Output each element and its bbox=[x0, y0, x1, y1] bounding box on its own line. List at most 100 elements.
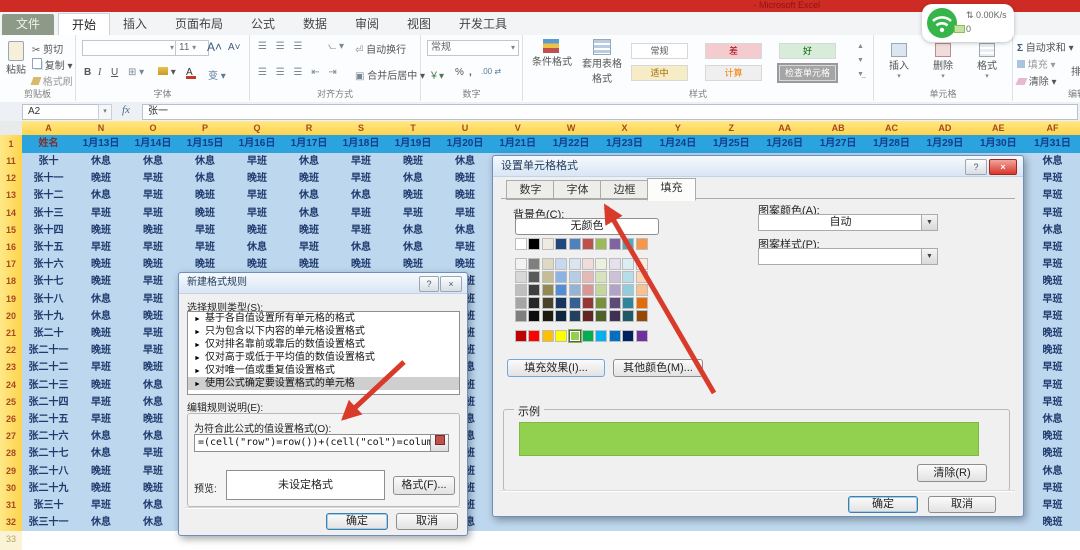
cell[interactable]: 休息 bbox=[75, 187, 128, 206]
cell[interactable]: 早班 bbox=[127, 325, 180, 344]
color-swatch[interactable] bbox=[582, 330, 594, 342]
autosum-button[interactable]: Σ 自动求和 ▾ bbox=[1017, 39, 1074, 54]
format-as-table-button[interactable]: 套用表格格式 bbox=[579, 39, 625, 85]
tab-插入[interactable]: 插入 bbox=[110, 13, 160, 35]
cell[interactable]: 早班 bbox=[75, 239, 128, 258]
date-header-cell[interactable]: 1月30日 bbox=[971, 135, 1026, 154]
gallery-scroll-up[interactable]: ▲ bbox=[857, 43, 864, 50]
name-header-cell[interactable]: 姓名 bbox=[22, 135, 76, 154]
color-swatch[interactable] bbox=[568, 238, 581, 250]
cell[interactable] bbox=[811, 531, 866, 550]
cell[interactable]: 早班 bbox=[127, 170, 180, 189]
color-swatch[interactable] bbox=[595, 297, 608, 309]
cell-style-计算[interactable]: 计算 bbox=[705, 65, 762, 81]
align-top-icons[interactable]: ☰ ☰ ☰ bbox=[258, 41, 305, 52]
more-colors-button[interactable]: 其他颜色(M)... bbox=[613, 359, 703, 377]
cell[interactable]: 晚班 bbox=[127, 479, 180, 498]
pattern-style-select[interactable] bbox=[758, 248, 923, 265]
cell[interactable]: 休息 bbox=[75, 153, 128, 172]
cell[interactable]: 晚班 bbox=[1025, 514, 1080, 533]
cell[interactable]: 晚班 bbox=[179, 204, 232, 223]
dialog-tab-边框[interactable]: 边框 bbox=[600, 180, 649, 200]
cell[interactable]: 晚班 bbox=[439, 170, 492, 189]
column-header-W[interactable]: W bbox=[544, 121, 599, 136]
cell[interactable] bbox=[544, 531, 599, 550]
row-header-24[interactable]: 24 bbox=[0, 376, 23, 395]
date-header-cell[interactable]: 1月15日 bbox=[179, 135, 232, 154]
cell[interactable]: 休息 bbox=[179, 153, 232, 172]
row-header-11[interactable]: 11 bbox=[0, 153, 23, 172]
date-header-cell[interactable]: 1月19日 bbox=[387, 135, 440, 154]
color-swatch[interactable] bbox=[515, 238, 527, 250]
row-header-14[interactable]: 14 bbox=[0, 204, 23, 223]
rule-close-button[interactable]: × bbox=[440, 276, 462, 292]
column-header-N[interactable]: N bbox=[75, 121, 128, 136]
color-swatch[interactable] bbox=[528, 330, 541, 342]
cell[interactable]: 休息 bbox=[127, 428, 180, 447]
column-header-O[interactable]: O bbox=[127, 121, 180, 136]
cell[interactable]: 晚班 bbox=[231, 221, 284, 240]
cell[interactable]: 休息 bbox=[439, 221, 492, 240]
column-header-S[interactable]: S bbox=[335, 121, 388, 136]
row-header-22[interactable]: 22 bbox=[0, 342, 23, 361]
cell[interactable]: 晚班 bbox=[127, 221, 180, 240]
row-header-18[interactable]: 18 bbox=[0, 273, 23, 292]
cell[interactable] bbox=[864, 531, 920, 550]
cell[interactable]: 早班 bbox=[1025, 170, 1080, 189]
cell[interactable]: 早班 bbox=[127, 204, 180, 223]
row-header-15[interactable]: 15 bbox=[0, 221, 23, 240]
color-swatch[interactable] bbox=[528, 238, 541, 250]
color-swatch[interactable] bbox=[622, 284, 635, 296]
date-header-cell[interactable]: 1月24日 bbox=[651, 135, 706, 154]
cell[interactable]: 休息 bbox=[387, 221, 440, 240]
cell[interactable]: 早班 bbox=[75, 359, 128, 378]
cell[interactable]: 张十六 bbox=[22, 256, 76, 275]
cell[interactable] bbox=[127, 531, 180, 550]
dialog-tab-字体[interactable]: 字体 bbox=[553, 180, 602, 200]
number-format-select[interactable]: 常规 ▾ bbox=[427, 40, 519, 56]
color-swatch[interactable] bbox=[541, 271, 554, 283]
color-swatch[interactable] bbox=[568, 297, 581, 309]
cell[interactable]: 晚班 bbox=[387, 153, 440, 172]
color-swatch[interactable] bbox=[541, 310, 554, 322]
underline-button[interactable]: U bbox=[111, 67, 118, 78]
cell[interactable]: 早班 bbox=[1025, 479, 1080, 498]
rule-type-option[interactable]: ► 仅对排名靠前或靠后的数值设置格式 bbox=[188, 338, 459, 351]
cell[interactable] bbox=[22, 531, 76, 550]
cell[interactable]: 早班 bbox=[439, 239, 492, 258]
network-widget[interactable]: ⇅ 0.00K/s 0 bbox=[922, 4, 1014, 42]
cell[interactable]: 休息 bbox=[75, 307, 128, 326]
color-swatch[interactable] bbox=[555, 330, 568, 342]
date-header-cell[interactable]: 1月26日 bbox=[758, 135, 813, 154]
select-all-corner[interactable] bbox=[0, 121, 23, 136]
column-header-Y[interactable]: Y bbox=[651, 121, 706, 136]
color-swatch[interactable] bbox=[555, 238, 568, 250]
column-header-AB[interactable]: AB bbox=[811, 121, 866, 136]
color-swatch[interactable] bbox=[635, 284, 648, 296]
rule-type-option[interactable]: ► 只为包含以下内容的单元格设置格式 bbox=[188, 325, 459, 338]
comma-button[interactable]: , bbox=[469, 67, 472, 78]
cell[interactable]: 早班 bbox=[127, 342, 180, 361]
cell[interactable]: 早班 bbox=[75, 393, 128, 412]
close-button[interactable]: × bbox=[989, 159, 1017, 175]
cell[interactable]: 早班 bbox=[75, 497, 128, 516]
cell[interactable]: 张十七 bbox=[22, 273, 76, 292]
cell[interactable]: 晚班 bbox=[75, 170, 128, 189]
gallery-scroll-down[interactable]: ▼ bbox=[857, 57, 864, 64]
clear-sample-button[interactable]: 清除(R) bbox=[917, 464, 987, 482]
cell[interactable]: 早班 bbox=[1025, 307, 1080, 326]
cell[interactable]: 晚班 bbox=[179, 187, 232, 206]
font-name-select[interactable]: ▾ bbox=[82, 40, 178, 56]
color-swatch[interactable] bbox=[608, 258, 621, 270]
cell[interactable]: 张二十五 bbox=[22, 411, 76, 430]
cell[interactable]: 晚班 bbox=[283, 221, 336, 240]
row-header-1[interactable]: 1 bbox=[0, 135, 23, 154]
cell[interactable]: 早班 bbox=[439, 204, 492, 223]
cell[interactable]: 休息 bbox=[283, 204, 336, 223]
cell[interactable]: 晚班 bbox=[75, 376, 128, 395]
cell[interactable]: 晚班 bbox=[127, 307, 180, 326]
wrap-text-button[interactable]: ⏎ 自动换行 bbox=[355, 41, 406, 56]
cell[interactable] bbox=[651, 531, 706, 550]
color-swatch[interactable] bbox=[515, 258, 527, 270]
cell[interactable]: 休息 bbox=[335, 187, 388, 206]
